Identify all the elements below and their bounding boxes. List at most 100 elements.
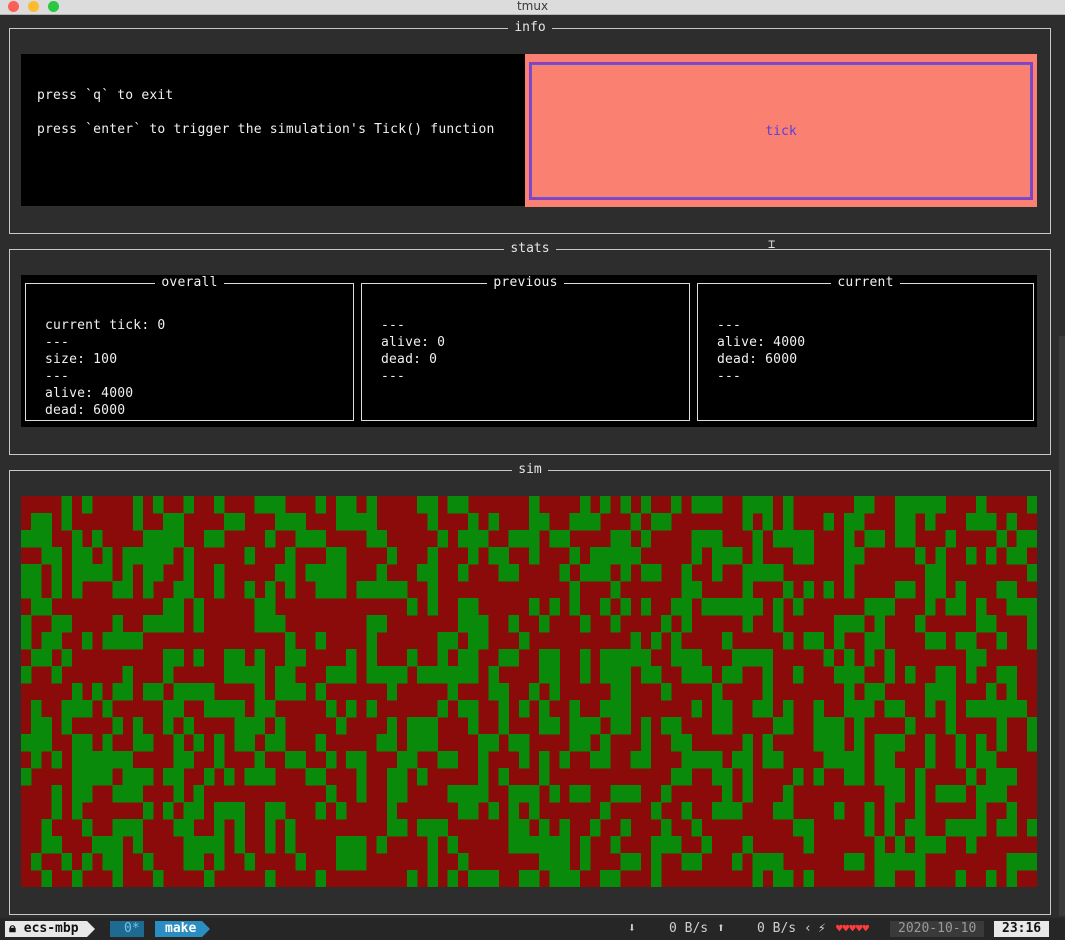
alive-cell [874, 836, 885, 854]
alive-cell [843, 666, 855, 684]
alive-cell [864, 819, 875, 837]
alive-cell [589, 751, 601, 769]
alive-cell [518, 734, 530, 752]
alive-cell [346, 649, 357, 667]
alive-cell [142, 564, 154, 582]
alive-cell [51, 615, 62, 633]
alive-cell [935, 785, 946, 803]
alive-cell [163, 598, 174, 616]
alive-cell [996, 632, 1007, 650]
alive-cell [214, 496, 225, 514]
alive-cell [843, 581, 855, 599]
alive-cell [732, 649, 743, 667]
alive-cell [1006, 802, 1017, 820]
alive-cell [1016, 598, 1028, 616]
alive-cell [173, 700, 184, 718]
alive-cell [762, 683, 774, 701]
alive-cell [620, 785, 631, 803]
alive-cell [976, 598, 987, 616]
alive-cell [498, 768, 509, 786]
alive-cell [559, 870, 570, 887]
alive-cell [335, 853, 347, 871]
current-dead: dead: 6000 [717, 352, 798, 367]
alive-cell [386, 819, 398, 837]
alive-cell [854, 768, 865, 786]
alive-cell [163, 530, 174, 548]
alive-cell [457, 666, 469, 684]
session-host: 🔒︎ ecs-mbp [5, 921, 95, 937]
alive-cell [854, 734, 865, 752]
alive-cell [843, 530, 855, 548]
alive-cell [884, 768, 896, 786]
alive-cell [772, 598, 784, 616]
alive-cell [793, 768, 804, 786]
alive-cell [874, 751, 885, 769]
alive-cell [427, 734, 438, 752]
alive-cell [468, 700, 479, 718]
alive-cell [529, 683, 540, 701]
alive-cell [366, 530, 377, 548]
alive-cell [854, 547, 865, 565]
alive-cell [468, 598, 479, 616]
current-separator: --- [717, 369, 742, 384]
alive-cell [681, 598, 692, 616]
tmux-status-bar: 🔒︎ ecs-mbp 0* make ⬇ 0 B/s ⬆ 0 B/s ‹ ⚡ ♥… [0, 918, 1065, 940]
alive-cell [732, 751, 743, 769]
alive-cell [81, 853, 93, 871]
alive-cell [864, 683, 875, 701]
alive-cell [264, 836, 276, 854]
tmux-window: tmux info press `q` to exit press `enter… [0, 0, 1065, 940]
alive-cell [356, 785, 367, 803]
alive-cell [275, 513, 286, 531]
alive-cell [650, 802, 662, 820]
alive-cell [468, 666, 479, 684]
alive-cell [559, 836, 570, 854]
alive-cell [549, 649, 560, 667]
alive-cell [681, 666, 692, 684]
alive-cell [823, 717, 835, 735]
alive-cell [904, 666, 916, 684]
alive-cell [132, 734, 144, 752]
alive-cell [803, 632, 814, 650]
tick-button[interactable]: tick [529, 62, 1033, 200]
alive-cell [915, 496, 926, 514]
battery-charging-icon: ⚡ [818, 921, 826, 936]
alive-cell [681, 734, 692, 752]
alive-cell [325, 547, 337, 565]
alive-cell [904, 530, 916, 548]
alive-cell [620, 700, 631, 718]
alive-cell [488, 870, 499, 887]
alive-cell [671, 734, 682, 752]
alive-cell [925, 751, 936, 769]
alive-cell [935, 836, 946, 854]
alive-cell [925, 564, 936, 582]
alive-cell [955, 734, 967, 752]
alive-cell [71, 547, 83, 565]
alive-cell [894, 496, 906, 514]
alive-cell [986, 683, 997, 701]
alive-cell [203, 683, 215, 701]
alive-cell [407, 649, 418, 667]
window-tab-0[interactable]: 0* [110, 921, 144, 937]
alive-cell [874, 632, 885, 650]
alive-cell [986, 700, 997, 718]
alive-cell [529, 547, 540, 565]
alive-cell [1026, 717, 1037, 735]
window-tab-make[interactable]: make [155, 921, 211, 937]
alive-cell [691, 700, 703, 718]
alive-cell [600, 564, 611, 582]
alive-cell [935, 496, 946, 514]
alive-cell [264, 700, 276, 718]
scrollbar[interactable] [1059, 336, 1065, 916]
alive-cell [163, 513, 174, 531]
alive-cell [21, 530, 32, 548]
alive-cell [803, 870, 814, 887]
alive-cell [671, 836, 682, 854]
alive-cell [41, 632, 52, 650]
alive-cell [244, 666, 255, 684]
alive-cell [752, 547, 763, 565]
alive-cell [71, 768, 83, 786]
alive-cell [620, 666, 631, 684]
alive-cell [783, 700, 794, 718]
alive-cell [833, 734, 845, 752]
